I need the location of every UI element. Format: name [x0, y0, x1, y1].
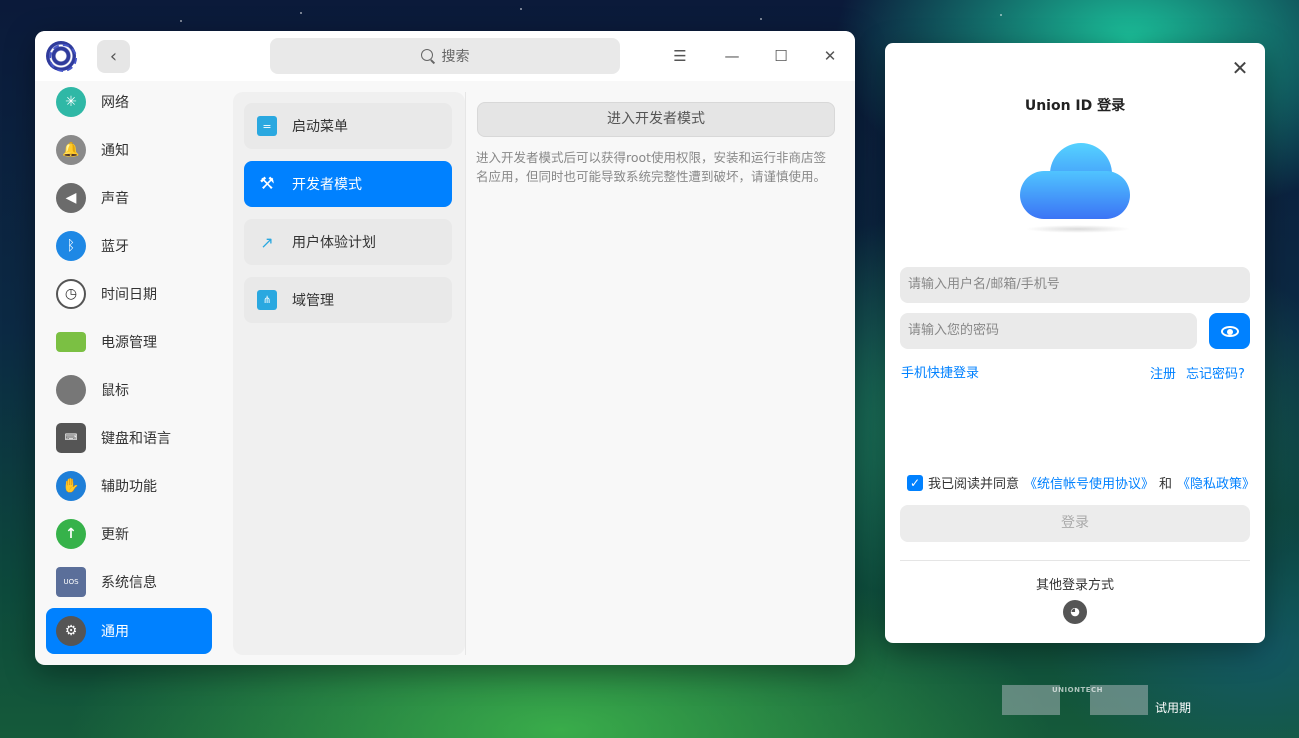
username-placeholder: 请输入用户名/邮箱/手机号 [908, 277, 1060, 292]
sidebar-item-network[interactable]: ✳ 网络 [46, 79, 212, 125]
close-button[interactable]: ✕ [1229, 57, 1251, 79]
back-button[interactable]: ‹ [97, 40, 130, 73]
menu-item-label: 启动菜单 [292, 119, 348, 135]
wechat-login-icon[interactable]: ◕ [1063, 600, 1087, 624]
hamburger-menu-icon: ☰ [673, 47, 687, 65]
menu-item-label: 域管理 [292, 293, 334, 309]
chart-trend-icon: ↗ [260, 232, 274, 252]
control-center-logo-icon [46, 41, 77, 72]
bell-icon: 🔔 [56, 135, 86, 165]
keyboard-icon: ⌨ [56, 423, 86, 453]
agreement-row: ✓ 我已阅读并同意 《统信帐号使用协议》和《隐私政策》 [907, 473, 1255, 492]
sidebar-item-notification[interactable]: 🔔 通知 [46, 127, 212, 173]
mouse-icon [56, 375, 86, 405]
bluetooth-icon: ᛒ [56, 231, 86, 261]
sidebar-item-label: 键盘和语言 [101, 431, 171, 447]
tools-icon: ⚒ [259, 174, 275, 194]
show-password-button[interactable] [1209, 313, 1250, 349]
sidebar-item-label: 声音 [101, 191, 129, 207]
sidebar-item-label: 电源管理 [101, 335, 157, 351]
maximize-icon: ☐ [774, 47, 788, 65]
user-agreement-link[interactable]: 《统信帐号使用协议》 [1024, 473, 1154, 492]
menu-item-domain-management[interactable]: ⋔ 域管理 [244, 277, 452, 323]
developer-mode-description: 进入开发者模式后可以获得root使用权限，安装和运行非商店签名应用，但同时也可能… [476, 150, 827, 184]
sidebar-item-mouse[interactable]: 鼠标 [46, 367, 212, 413]
divider [900, 560, 1250, 561]
cloud-logo-icon [1020, 143, 1130, 233]
sidebar-item-power[interactable]: 电源管理 [46, 319, 212, 365]
minimize-icon: — [724, 47, 740, 65]
other-login-methods-label: 其他登录方式 [1035, 578, 1114, 593]
boot-menu-icon: = [257, 116, 277, 136]
general-settings-menu: = 启动菜单 ⚒ 开发者模式 ↗ 用户体验计划 ⋔ 域管理 [233, 92, 465, 655]
password-placeholder: 请输入您的密码 [908, 323, 1000, 338]
phone-login-link[interactable]: 手机快捷登录 [901, 362, 979, 381]
agreement-checkbox[interactable]: ✓ [907, 474, 923, 491]
menu-item-user-experience[interactable]: ↗ 用户体验计划 [244, 219, 452, 265]
search-icon [420, 48, 436, 64]
sidebar-item-general[interactable]: ⚙ 通用 [46, 608, 212, 654]
close-button[interactable]: ✕ [817, 43, 843, 69]
privacy-policy-link[interactable]: 《隐私政策》 [1177, 473, 1255, 492]
menu-item-label: 用户体验计划 [292, 235, 376, 251]
sidebar-item-label: 更新 [101, 527, 129, 543]
titlebar: ‹ 搜索 ☰ — ☐ ✕ [35, 31, 855, 81]
minimize-button[interactable]: — [719, 43, 745, 69]
trial-label: 试用期 [1155, 701, 1192, 715]
developer-mode-panel: 进入开发者模式 进入开发者模式后可以获得root使用权限，安装和运行非商店签名应… [465, 92, 845, 655]
login-button[interactable]: 登录 [900, 505, 1250, 542]
union-id-login-dialog: ✕ Union ID 登录 请输入用户名/邮箱/手机号 请输入您的密码 手机快捷… [885, 43, 1265, 643]
enter-developer-mode-button[interactable]: 进入开发者模式 [477, 102, 835, 137]
domain-icon: ⋔ [257, 290, 277, 310]
menu-item-developer-mode[interactable]: ⚒ 开发者模式 [244, 161, 452, 207]
sidebar-item-update[interactable]: ↑ 更新 [46, 511, 212, 557]
sidebar-item-keyboard[interactable]: ⌨ 键盘和语言 [46, 415, 212, 461]
sidebar-item-label: 辅助功能 [101, 479, 157, 495]
search-placeholder: 搜索 [441, 49, 470, 65]
system-info-icon: UOS [56, 567, 86, 597]
eye-icon [1220, 325, 1239, 337]
gear-icon: ⚙ [56, 616, 86, 646]
sidebar-item-label: 通知 [101, 143, 129, 159]
sidebar-item-label: 蓝牙 [101, 239, 129, 255]
agreement-and: 和 [1159, 477, 1173, 492]
search-input[interactable]: 搜索 [270, 38, 620, 74]
menu-button[interactable]: ☰ [667, 43, 693, 69]
sidebar-item-bluetooth[interactable]: ᛒ 蓝牙 [46, 223, 212, 269]
control-center-window: ‹ 搜索 ☰ — ☐ ✕ ✳ 网络 🔔 通知 ◀ 声音 ᛒ 蓝牙 ◷ 时间日期 … [35, 31, 855, 665]
menu-item-label: 开发者模式 [292, 177, 362, 193]
sidebar-item-datetime[interactable]: ◷ 时间日期 [46, 271, 212, 317]
maximize-button[interactable]: ☐ [768, 43, 794, 69]
sidebar-item-system-info[interactable]: UOS 系统信息 [46, 559, 212, 605]
sidebar-item-accessibility[interactable]: ✋ 辅助功能 [46, 463, 212, 509]
speaker-icon: ◀ [56, 183, 86, 213]
sidebar-item-label: 网络 [101, 95, 129, 111]
sidebar-item-sound[interactable]: ◀ 声音 [46, 175, 212, 221]
network-icon: ✳ [56, 87, 86, 117]
username-field[interactable]: 请输入用户名/邮箱/手机号 [900, 267, 1250, 303]
sidebar-item-label: 系统信息 [101, 575, 157, 591]
sidebar-item-label: 鼠标 [101, 383, 129, 399]
register-link[interactable]: 注册 [1150, 363, 1176, 382]
forgot-password-link[interactable]: 忘记密码? [1186, 363, 1245, 382]
menu-item-boot-menu[interactable]: = 启动菜单 [244, 103, 452, 149]
sidebar-item-label: 通用 [101, 624, 129, 640]
close-icon: ✕ [1231, 56, 1249, 80]
agreement-prefix: 我已阅读并同意 [928, 477, 1020, 492]
clock-icon: ◷ [56, 279, 86, 309]
password-field[interactable]: 请输入您的密码 [900, 313, 1197, 349]
accessibility-icon: ✋ [56, 471, 86, 501]
update-arrow-icon: ↑ [56, 519, 86, 549]
close-icon: ✕ [823, 47, 837, 65]
dialog-title: Union ID 登录 [1024, 98, 1126, 114]
watermark-brand: UNIONTECH [1052, 686, 1104, 694]
chevron-left-icon: ‹ [109, 46, 118, 67]
sidebar-item-label: 时间日期 [101, 287, 157, 303]
sidebar: ✳ 网络 🔔 通知 ◀ 声音 ᛒ 蓝牙 ◷ 时间日期 电源管理 鼠标 ⌨ 键盘和… [35, 81, 223, 665]
battery-icon [56, 332, 86, 352]
